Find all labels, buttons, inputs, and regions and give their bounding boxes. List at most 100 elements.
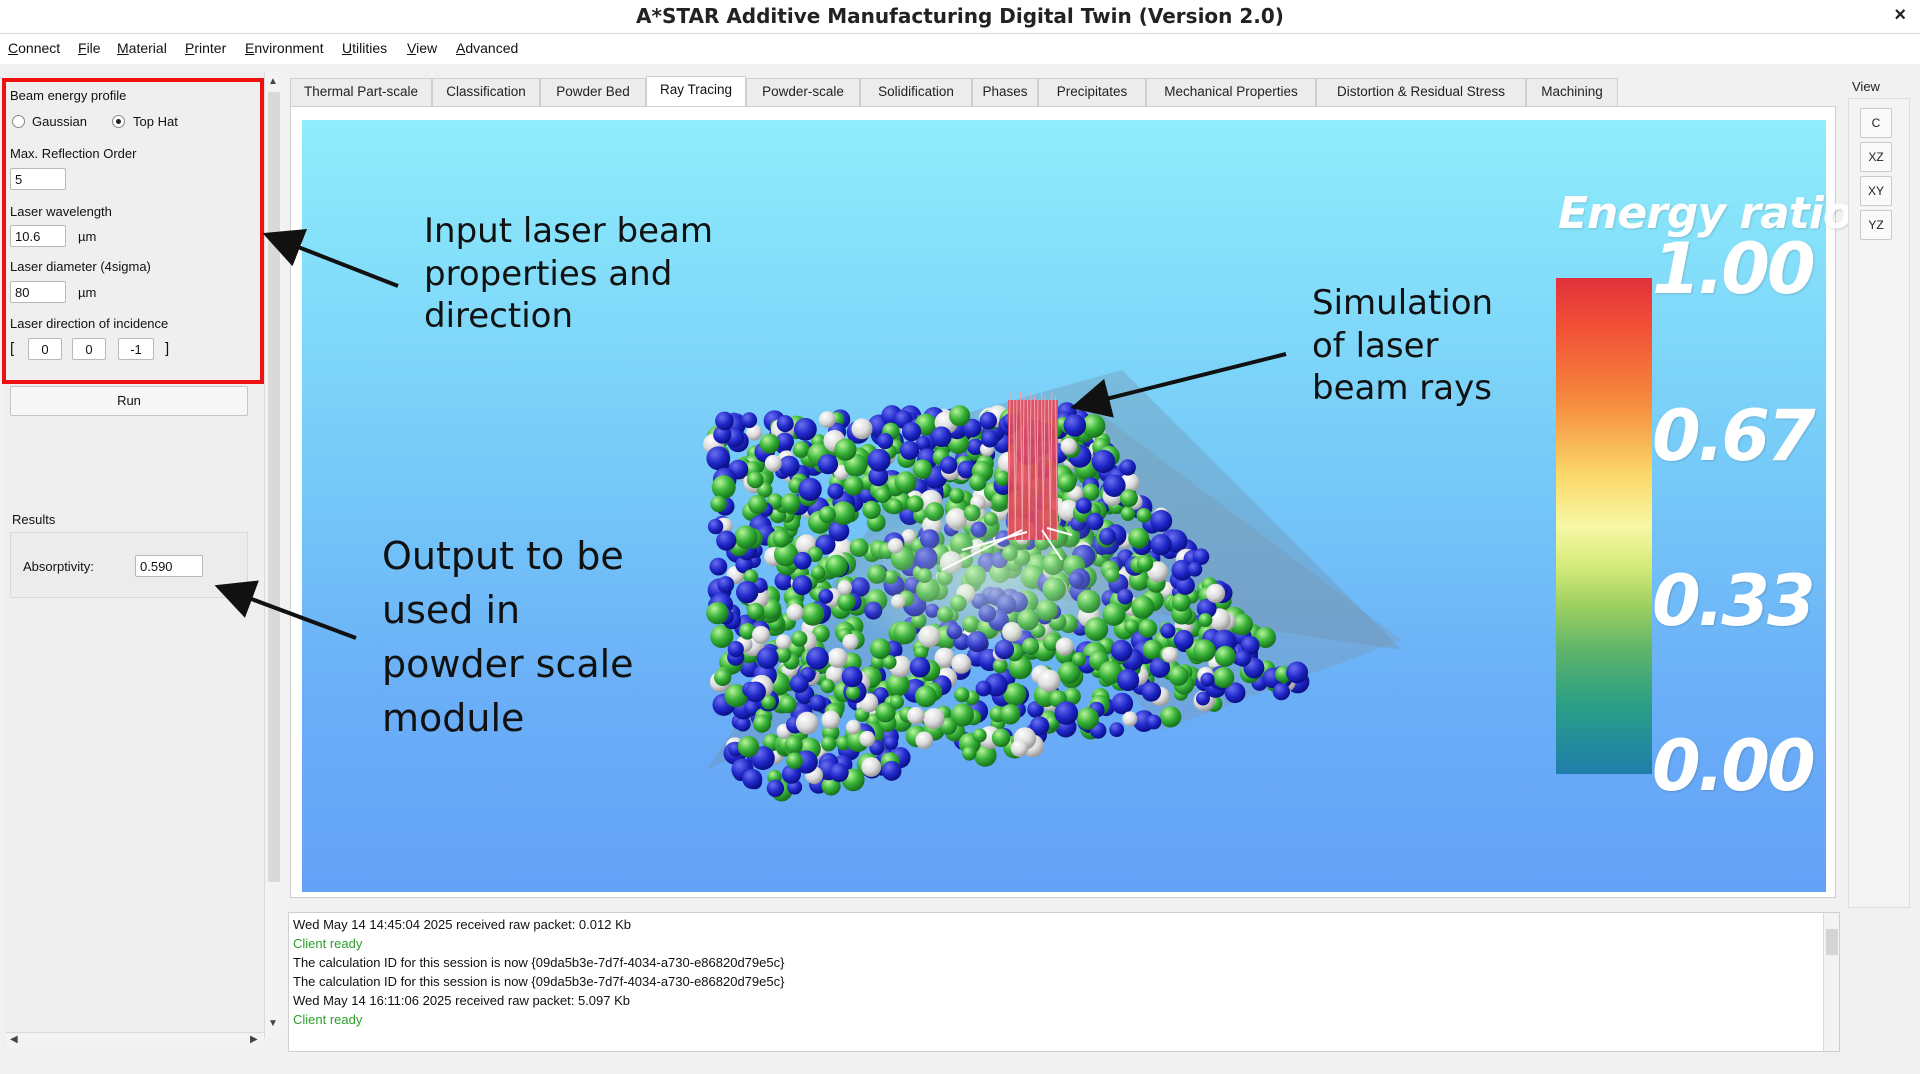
menu-advanced[interactable]: Advanced <box>456 40 518 56</box>
run-button[interactable]: Run <box>10 386 248 416</box>
powder-particle <box>1272 683 1290 701</box>
log-console[interactable]: Wed May 14 14:45:04 2025 received raw pa… <box>288 912 1840 1052</box>
powder-particle <box>756 647 779 669</box>
window-title: A*STAR Additive Manufacturing Digital Tw… <box>636 4 1284 28</box>
menu-file[interactable]: File <box>78 40 101 56</box>
powder-particle <box>818 588 834 604</box>
view-center-button[interactable]: C <box>1860 108 1892 138</box>
powder-particle <box>1076 707 1099 730</box>
powder-particle <box>907 707 925 725</box>
view-xy-button[interactable]: XY <box>1860 176 1892 206</box>
powder-particle <box>969 473 987 491</box>
powder-particle <box>775 634 791 650</box>
powder-particle <box>1075 497 1092 514</box>
tab-phases[interactable]: Phases <box>972 78 1038 106</box>
powder-particle <box>1200 672 1215 687</box>
powder-particle <box>1162 646 1179 663</box>
powder-particle <box>714 668 732 686</box>
powder-particle <box>1150 534 1172 556</box>
menu-material[interactable]: Material <box>117 40 167 56</box>
tab-powder-scale[interactable]: Powder-scale <box>746 78 860 106</box>
powder-particle <box>745 681 766 703</box>
left-panel-hscrollbar[interactable] <box>6 1032 264 1048</box>
powder-particle <box>915 685 937 708</box>
close-icon[interactable]: × <box>1894 4 1906 27</box>
powder-particle <box>778 455 800 477</box>
powder-particle <box>1060 438 1078 455</box>
view-yz-button[interactable]: YZ <box>1860 210 1892 240</box>
powder-particle <box>793 551 812 570</box>
powder-particle <box>1173 629 1194 650</box>
powder-particle <box>706 601 729 625</box>
powder-particle <box>1213 666 1235 689</box>
powder-particle <box>752 714 772 733</box>
powder-particle <box>845 685 861 700</box>
powder-particle <box>817 454 839 475</box>
powder-particle <box>1000 704 1021 725</box>
powder-particle <box>1146 714 1162 730</box>
view-xz-button[interactable]: XZ <box>1860 142 1892 172</box>
powder-particle <box>1142 639 1163 660</box>
tab-machining[interactable]: Machining <box>1526 78 1618 106</box>
menu-view[interactable]: View <box>407 40 437 56</box>
scroll-right-icon[interactable]: ▶ <box>250 1034 258 1045</box>
powder-particle <box>1119 489 1138 508</box>
powder-particle <box>1128 527 1150 549</box>
log-scrollbar-thumb[interactable] <box>1826 929 1838 955</box>
powder-particle <box>979 412 997 430</box>
powder-particle <box>736 580 759 604</box>
tab-precipitates[interactable]: Precipitates <box>1038 78 1146 106</box>
powder-particle <box>912 459 933 480</box>
powder-particle <box>741 412 758 429</box>
tab-classification[interactable]: Classification <box>432 78 540 106</box>
tab-powder-bed[interactable]: Powder Bed <box>540 78 646 106</box>
scroll-down-icon[interactable]: ▼ <box>268 1018 278 1029</box>
powder-particle <box>877 433 894 450</box>
simulation-annotation-line: of laser <box>1312 325 1439 366</box>
powder-particle <box>894 471 917 494</box>
powder-particle <box>789 674 809 694</box>
menu-bar: Connect File Material Printer Environmen… <box>0 36 1920 62</box>
tab-ray-tracing[interactable]: Ray Tracing <box>646 76 746 106</box>
powder-particle <box>1214 645 1236 667</box>
powder-particle <box>742 769 763 789</box>
title-bar: A*STAR Additive Manufacturing Digital Tw… <box>0 0 1920 34</box>
scrollbar-thumb[interactable] <box>268 92 280 882</box>
menu-utilities[interactable]: Utilities <box>342 40 387 56</box>
input-highlight-box <box>2 78 264 384</box>
powder-particle <box>711 475 736 500</box>
powder-particle <box>1168 665 1189 686</box>
menu-printer[interactable]: Printer <box>185 40 226 56</box>
powder-particle <box>1037 669 1061 693</box>
log-scrollbar[interactable] <box>1823 913 1839 1051</box>
powder-particle <box>786 752 803 770</box>
simulation-annotation-line: beam rays <box>1312 368 1492 408</box>
scroll-up-icon[interactable]: ▲ <box>268 76 278 87</box>
left-panel-scrollbar[interactable] <box>264 72 282 1038</box>
tab-distortion-residual-stress[interactable]: Distortion & Residual Stress <box>1316 78 1526 106</box>
menu-connect[interactable]: Connect <box>8 40 60 56</box>
powder-particle <box>818 506 836 524</box>
scroll-left-icon[interactable]: ◀ <box>10 1034 18 1045</box>
powder-particle <box>734 525 758 549</box>
powder-particle <box>915 731 933 750</box>
powder-particle <box>842 633 859 650</box>
powder-particle <box>994 470 1010 486</box>
menu-environment[interactable]: Environment <box>245 40 324 56</box>
simulation-annotation-line: Simulation <box>1312 283 1494 323</box>
output-annotation-line: Output to be <box>382 534 624 578</box>
powder-particle <box>861 757 882 777</box>
powder-particle <box>900 440 920 460</box>
powder-particle <box>829 763 849 783</box>
tab-solidification[interactable]: Solidification <box>860 78 972 106</box>
powder-particle <box>792 575 813 596</box>
tab-thermal-part-scale[interactable]: Thermal Part-scale <box>290 78 432 106</box>
tab-mechanical-properties[interactable]: Mechanical Properties <box>1146 78 1316 106</box>
powder-particle <box>1206 583 1226 603</box>
powder-particle <box>801 602 825 626</box>
powder-particle <box>809 694 827 712</box>
powder-particle <box>791 630 808 647</box>
colorbar-tick-033: 0.33 <box>1652 560 1816 642</box>
powder-particle <box>1193 639 1216 662</box>
energy-ratio-colorbar <box>1556 278 1652 774</box>
